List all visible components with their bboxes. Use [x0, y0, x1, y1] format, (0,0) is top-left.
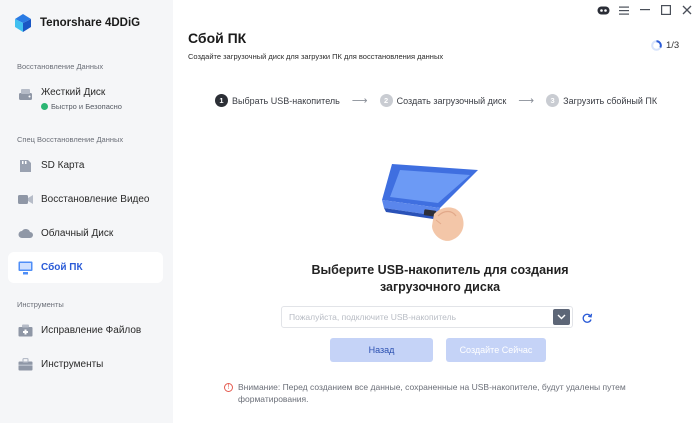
step-2: 2 Создать загрузочный диск — [379, 94, 507, 107]
back-button[interactable]: Назад — [330, 338, 433, 362]
sidebar-item-label: SD Карта — [41, 160, 85, 171]
step-counter: 1/3 — [651, 40, 679, 51]
sidebar-item-file-repair[interactable]: Исправление Файлов — [8, 315, 163, 346]
logo-icon — [13, 13, 33, 33]
prompt-line-2: загрузочного диска — [379, 280, 501, 294]
sd-card-icon — [18, 158, 33, 173]
usb-select-placeholder: Пожалуйста, подключите USB-накопитель — [289, 312, 456, 322]
step-counter-text: 1/3 — [666, 40, 680, 51]
feedback-icon[interactable] — [596, 3, 610, 17]
sidebar-item-label: Сбой ПК — [41, 262, 83, 273]
page-subtitle: Создайте загрузочный диск для загрузки П… — [188, 52, 444, 61]
toolbox-icon — [18, 357, 33, 372]
sidebar-item-label: Инструменты — [41, 359, 104, 370]
maximize-icon[interactable] — [659, 3, 673, 17]
usb-laptop-illustration — [378, 160, 488, 250]
sidebar-item-hard-drive[interactable]: Жесткий Диск Быстро и Безопасно — [8, 82, 163, 118]
step-label: Загрузить сбойный ПК — [563, 95, 658, 106]
step-number: 3 — [546, 94, 560, 107]
crashed-pc-icon — [18, 260, 33, 275]
step-number: 1 — [215, 94, 228, 107]
menu-icon[interactable] — [617, 3, 631, 17]
section-label-tools: Инструменты — [17, 300, 64, 309]
warning-text-line-1: Внимание: Перед созданием все данные, со… — [238, 382, 626, 392]
sidebar-item-crashed-pc[interactable]: Сбой ПК — [8, 252, 163, 283]
cloud-icon — [18, 226, 33, 241]
refresh-icon[interactable] — [581, 311, 593, 323]
step-number: 2 — [379, 94, 393, 107]
arrow-right-icon: ⟶ — [351, 95, 368, 107]
app-title: Tenorshare 4DDiG — [40, 17, 141, 29]
section-label-special-recovery: Спец Восстановление Данных — [17, 135, 124, 144]
warning-text-line-2: форматирования. — [238, 393, 309, 404]
sidebar-item-cloud-drive[interactable]: Облачный Диск — [8, 218, 163, 249]
section-label-data-recovery: Восстановление Данных — [17, 62, 104, 71]
page-title: Сбой ПК — [188, 30, 247, 46]
sidebar-item-label: Жесткий Диск — [41, 87, 106, 98]
arrow-right-icon: ⟶ — [518, 95, 535, 107]
sidebar-item-sd-card[interactable]: SD Карта — [8, 150, 163, 181]
sidebar-item-video-recovery[interactable]: Восстановление Видео — [8, 184, 163, 215]
file-repair-icon — [18, 323, 33, 338]
shield-check-icon — [41, 103, 48, 110]
sidebar-item-sublabel: Быстро и Безопасно — [51, 102, 122, 111]
usb-drive-select[interactable]: Пожалуйста, подключите USB-накопитель — [281, 306, 573, 328]
step-label: Выбрать USB-накопитель — [232, 95, 340, 106]
minimize-icon[interactable] — [638, 3, 652, 17]
step-label: Создать загрузочный диск — [396, 95, 507, 106]
prompt-line-1: Выберите USB-накопитель для создания — [311, 263, 569, 277]
format-warning: ! Внимание: Перед созданием все данные, … — [224, 382, 684, 405]
warning-icon: ! — [224, 383, 233, 392]
sidebar-item-label: Облачный Диск — [41, 228, 114, 239]
select-usb-prompt: Выберите USB-накопитель для создания заг… — [290, 262, 590, 296]
step-1: 1 Выбрать USB-накопитель — [215, 94, 340, 107]
sidebar-item-label: Восстановление Видео — [41, 194, 150, 205]
app-logo: Tenorshare 4DDiG — [13, 13, 140, 33]
stepper: 1 Выбрать USB-накопитель ⟶ 2 Создать заг… — [215, 94, 657, 107]
close-icon[interactable] — [680, 3, 694, 17]
hard-drive-icon — [18, 87, 33, 102]
sidebar-item-label: Исправление Файлов — [41, 325, 142, 336]
progress-ring-icon — [651, 40, 662, 51]
sidebar: Tenorshare 4DDiG Восстановление Данных Ж… — [0, 0, 173, 423]
step-3: 3 Загрузить сбойный ПК — [546, 94, 657, 107]
sidebar-item-tools[interactable]: Инструменты — [8, 349, 163, 380]
create-now-button[interactable]: Создайте Сейчас — [446, 338, 546, 362]
video-icon — [18, 192, 33, 207]
chevron-down-icon[interactable] — [553, 309, 570, 325]
